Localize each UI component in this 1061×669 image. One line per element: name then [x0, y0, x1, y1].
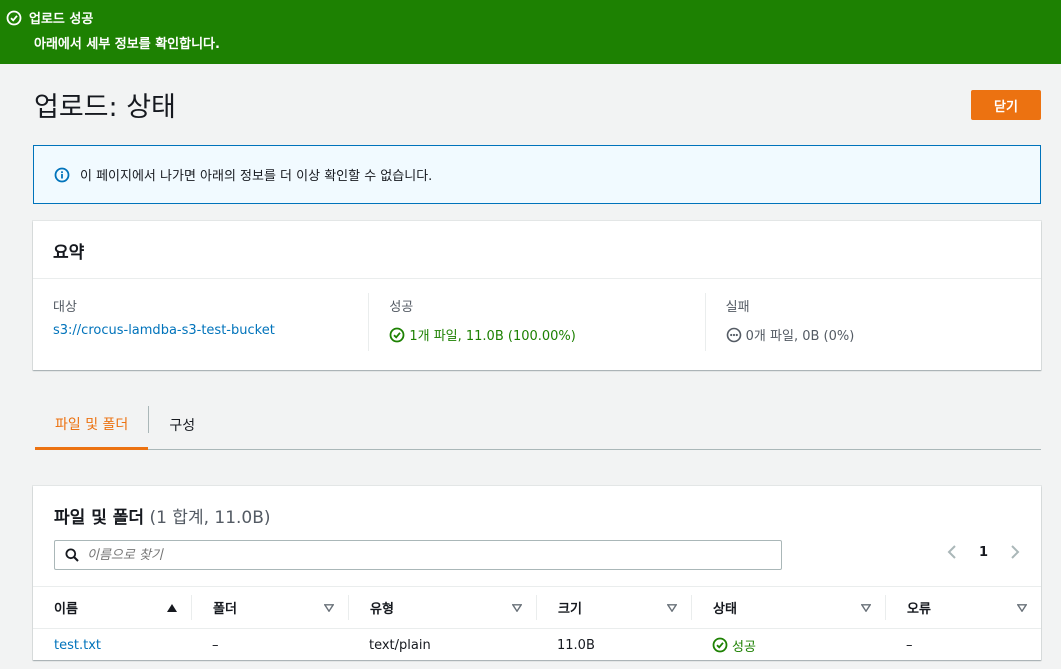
column-header-name[interactable]: 이름: [33, 595, 191, 620]
tab-label: 구성: [169, 417, 196, 434]
page-title: 업로드: 상태: [34, 92, 176, 123]
ellipsis-circle-icon: [726, 327, 742, 343]
column-label: 상태: [713, 602, 737, 617]
column-label: 유형: [370, 602, 394, 617]
info-text: 이 페이지에서 나가면 아래의 정보를 더 이상 확인할 수 없습니다.: [80, 169, 433, 184]
file-folder: –: [212, 637, 219, 653]
summary-failure: 실패 0개 파일, 0B (0%): [704, 293, 1041, 351]
search-icon: [65, 548, 79, 562]
tab-files-and-folders[interactable]: 파일 및 폴더: [35, 400, 149, 450]
search-box: [54, 540, 782, 570]
chevron-left-icon[interactable]: [947, 544, 957, 560]
table-header: 이름 폴더 유형 크기 상태 오류: [33, 586, 1041, 629]
current-page[interactable]: 1: [979, 545, 988, 560]
sort-caret-down-icon: [1017, 603, 1027, 612]
failure-value: 0개 파일, 0B (0%): [745, 329, 855, 344]
info-circle-icon: [54, 167, 70, 183]
pagination: 1: [947, 544, 1020, 560]
flash-message: 아래에서 세부 정보를 확인합니다.: [34, 37, 220, 52]
target-bucket-link[interactable]: s3://crocus-lamdba-s3-test-bucket: [53, 323, 275, 338]
column-header-error[interactable]: 오류: [885, 595, 1041, 620]
success-label: 성공: [389, 300, 414, 315]
sort-caret-down-icon: [861, 603, 871, 612]
column-label: 오류: [907, 602, 931, 617]
target-label: 대상: [53, 300, 77, 315]
column-header-status[interactable]: 상태: [691, 595, 885, 620]
sort-caret-down-icon: [667, 603, 677, 612]
tab-label: 파일 및 폴더: [55, 416, 129, 433]
sort-caret-down-icon: [512, 603, 522, 612]
flash-title: 업로드 성공: [29, 12, 94, 27]
info-alert: 이 페이지에서 나가면 아래의 정보를 더 이상 확인할 수 없습니다.: [33, 145, 1041, 204]
summary-panel: 요약 대상 s3://crocus-lamdba-s3-test-bucket …: [33, 221, 1041, 370]
column-header-folder[interactable]: 폴더: [191, 595, 348, 620]
sort-ascending-icon: [167, 603, 177, 612]
summary-target: 대상 s3://crocus-lamdba-s3-test-bucket: [33, 293, 368, 351]
file-type: text/plain: [369, 637, 431, 653]
files-heading: 파일 및 폴더: [54, 508, 145, 528]
chevron-right-icon[interactable]: [1010, 544, 1020, 560]
failure-label: 실패: [725, 300, 750, 315]
column-header-size[interactable]: 크기: [536, 595, 691, 620]
files-panel: 파일 및 폴더 (1 합계, 11.0B) 1 이름 폴더 유형: [33, 486, 1041, 660]
tab-configuration[interactable]: 구성: [149, 400, 215, 449]
files-title: 파일 및 폴더 (1 합계, 11.0B): [54, 503, 271, 528]
close-button[interactable]: 닫기: [971, 90, 1041, 120]
file-name-link[interactable]: test.txt: [54, 638, 101, 653]
column-label: 이름: [54, 602, 78, 617]
table-row: test.txt – text/plain 11.0B 성공 –: [33, 629, 1041, 661]
column-label: 크기: [558, 602, 582, 617]
files-table: 이름 폴더 유형 크기 상태 오류 test.txt – text/plain …: [33, 586, 1041, 661]
column-label: 폴더: [213, 602, 237, 617]
file-size: 11.0B: [557, 637, 595, 653]
file-status: 성공: [732, 639, 756, 655]
files-count: (1 합계, 11.0B): [149, 508, 271, 528]
file-error: –: [906, 637, 913, 653]
search-input[interactable]: [87, 547, 747, 563]
sort-caret-down-icon: [324, 603, 334, 612]
check-circle-icon: [389, 327, 405, 343]
summary-title: 요약: [33, 221, 1041, 279]
check-circle-icon: [6, 10, 22, 26]
success-value: 1개 파일, 11.0B (100.00%): [409, 329, 576, 344]
check-circle-icon: [712, 637, 728, 653]
success-flash-banner: 업로드 성공 아래에서 세부 정보를 확인합니다.: [0, 0, 1061, 64]
column-header-type[interactable]: 유형: [348, 595, 536, 620]
tab-bar: 파일 및 폴더 구성: [35, 400, 1041, 450]
summary-success: 성공 1개 파일, 11.0B (100.00%): [368, 293, 704, 351]
